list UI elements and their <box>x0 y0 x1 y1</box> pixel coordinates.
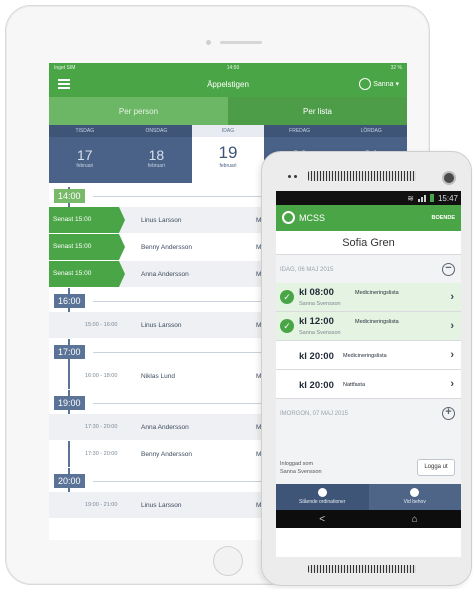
task-item[interactable]: kl 20:00 Medicineringslista › <box>276 341 461 370</box>
android-nav-bar: < ⌂ <box>276 510 461 528</box>
chevron-right-icon: › <box>450 378 454 390</box>
today-label: IDAG, 06 MAJ 2015 <box>280 267 334 273</box>
time-range: 17:30 - 20:00 <box>85 424 118 430</box>
logged-in-label: Inloggad som <box>280 461 314 467</box>
task-signed-by: Sanna Svensson <box>299 301 341 307</box>
task-list-name: Nattfasta <box>343 382 366 388</box>
phone-bottom-grill <box>308 565 416 573</box>
battery-icon <box>429 194 434 202</box>
circle-icon <box>410 488 420 497</box>
collapse-minus-icon[interactable]: − <box>442 263 455 276</box>
view-tabs: Per person Per lista <box>49 97 407 125</box>
user-name: Sanna <box>373 80 394 88</box>
stage: Inget SIM 14:50 32 % Äppelstigen Sanna ▾… <box>0 0 473 589</box>
task-list-name: Medicineringslista <box>343 353 387 359</box>
app-name: MCSS <box>299 213 326 223</box>
tab-per-person[interactable]: Per person <box>49 97 228 125</box>
boende-button[interactable]: BOENDE <box>431 215 455 221</box>
day-wednesday[interactable]: ONSDAG 18 februari <box>120 125 193 183</box>
patient-name-title: Sofia Gren <box>276 231 461 255</box>
user-icon <box>359 78 372 90</box>
patient-name: Benny Andersson <box>141 244 192 251</box>
tablet-speaker <box>220 41 262 44</box>
back-icon[interactable]: < <box>319 514 325 525</box>
time-range: 15:00 - 16:00 <box>85 322 118 328</box>
wifi-icon: ≋ <box>407 193 414 203</box>
task-time: kl 08:00 <box>299 287 334 298</box>
phone-status-bar: ≋ 15:47 <box>276 191 461 205</box>
phone-screen: ≋ 15:47 MCSS BOENDE Sofia Gren IDAG, 06 … <box>276 191 461 557</box>
task-time: kl 20:00 <box>299 380 334 391</box>
task-signed-by: Sanna Svensson <box>299 330 341 336</box>
expand-plus-icon[interactable]: + <box>442 407 455 420</box>
patient-name: Linus Larsson <box>141 217 182 224</box>
signal-icon <box>417 194 426 202</box>
task-time: kl 20:00 <box>299 351 334 362</box>
deadline-flag: Senast 15:00 <box>49 234 125 260</box>
tablet-status-bar: Inget SIM 14:50 32 % <box>49 63 407 73</box>
app-bar: MCSS BOENDE <box>276 205 461 231</box>
task-item[interactable]: kl 20:00 Nattfasta › <box>276 370 461 399</box>
task-item[interactable]: ✓ kl 08:00 Medicineringslista Sanna Sven… <box>276 283 461 312</box>
status-time: 14:50 <box>226 65 240 71</box>
login-info: Inloggad som Sanna Svensson Logga ut <box>276 453 461 484</box>
clock-icon <box>317 488 327 497</box>
tomorrow-label: IMORGON, 07 MAJ 2015 <box>280 411 349 417</box>
patient-name: Linus Larsson <box>141 322 182 329</box>
phone-status-time: 15:47 <box>437 193 458 203</box>
tablet-header: Äppelstigen Sanna ▾ <box>49 73 407 97</box>
phone-device: ≋ 15:47 MCSS BOENDE Sofia Gren IDAG, 06 … <box>261 151 472 586</box>
bottom-tab-bar: Stående ordinationer Vid behov <box>276 484 461 510</box>
day-tuesday[interactable]: TISDAG 17 februari <box>49 125 121 183</box>
logged-in-user: Sanna Svensson <box>280 469 322 475</box>
chevron-down-icon: ▾ <box>395 81 399 88</box>
phone-sensor-dots <box>288 175 297 178</box>
chevron-right-icon: › <box>450 320 454 332</box>
spacer <box>276 427 461 453</box>
patient-name: Anna Andersson <box>141 271 189 278</box>
deadline-flag: Senast 15:00 <box>49 261 125 287</box>
carrier-label: Inget SIM <box>54 65 76 71</box>
tab-as-needed[interactable]: Vid behov <box>368 484 461 510</box>
patient-name: Linus Larsson <box>141 502 182 509</box>
task-item[interactable]: ✓ kl 12:00 Medicineringslista Sanna Sven… <box>276 312 461 341</box>
time-range: 16:00 - 18:00 <box>85 373 118 379</box>
user-menu[interactable]: Sanna ▾ <box>359 78 399 90</box>
tablet-home-button[interactable] <box>213 546 243 576</box>
phone-speaker-grill <box>308 171 416 181</box>
time-range: 17:30 - 20:00 <box>85 451 118 457</box>
battery-label: 32 % <box>390 65 402 71</box>
tab-standing-orders[interactable]: Stående ordinationer <box>276 484 369 510</box>
patient-name: Niklas Lund <box>141 373 175 380</box>
check-icon: ✓ <box>280 319 294 333</box>
tablet-camera <box>206 40 211 45</box>
today-section-header: IDAG, 06 MAJ 2015 − <box>276 255 461 283</box>
home-icon[interactable]: ⌂ <box>412 514 418 525</box>
mcss-logo-icon <box>282 211 295 224</box>
deadline-flag: Senast 15:00 <box>49 207 125 233</box>
chevron-right-icon: › <box>450 291 454 303</box>
task-time: kl 12:00 <box>299 316 334 327</box>
day-today[interactable]: IDAG 19 februari <box>192 125 264 183</box>
time-range: 19:00 - 21:00 <box>85 502 118 508</box>
patient-name: Benny Andersson <box>141 451 192 458</box>
logout-button[interactable]: Logga ut <box>417 459 455 476</box>
chevron-right-icon: › <box>450 349 454 361</box>
patient-name: Anna Andersson <box>141 424 189 431</box>
page-title: Äppelstigen <box>207 80 249 89</box>
check-icon: ✓ <box>280 290 294 304</box>
tab-per-lista[interactable]: Per lista <box>228 97 407 125</box>
phone-camera <box>442 171 456 185</box>
task-list-name: Medicineringslista <box>355 319 399 325</box>
tomorrow-section-header: IMORGON, 07 MAJ 2015 + <box>276 399 461 427</box>
task-list-name: Medicineringslista <box>355 290 399 296</box>
